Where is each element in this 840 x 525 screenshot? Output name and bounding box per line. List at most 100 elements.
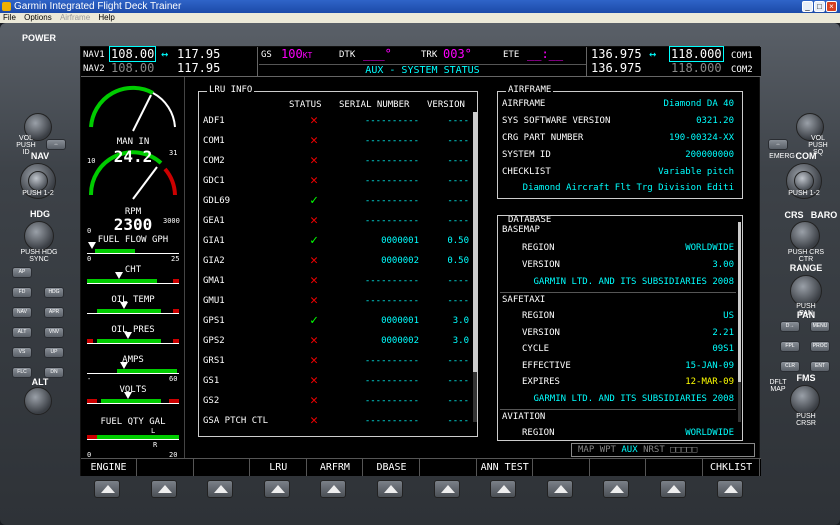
nav1-standby-freq[interactable]: 117.95 — [177, 48, 220, 61]
lru-info-title: LRU INFO — [207, 85, 255, 95]
com1-standby-freq[interactable]: 118.000 — [669, 46, 724, 62]
serial-header: SERIAL NUMBER — [339, 100, 410, 110]
softkey-button-9[interactable] — [546, 480, 573, 498]
softkey-button-11[interactable] — [660, 480, 686, 498]
softkey-button-5[interactable] — [320, 480, 347, 498]
lru-name: GIA1 — [203, 236, 225, 246]
minimize-button[interactable]: _ — [802, 1, 813, 12]
baro-label: BARO — [810, 210, 838, 220]
apr-button[interactable]: APR — [44, 307, 64, 318]
dflt-map-label: DFLT MAP — [769, 379, 787, 393]
com-swap-button[interactable]: ↔ — [768, 139, 788, 150]
lru-name: COM1 — [203, 136, 225, 146]
airframe-row: CHECKLIST Variable pitch — [502, 164, 734, 180]
menu-file[interactable]: File — [0, 13, 19, 23]
airframe-key: CHECKLIST — [502, 167, 551, 177]
menu-button[interactable]: MENU — [810, 321, 830, 332]
fuel-flow-pointer — [87, 242, 96, 249]
lru-row: GMA1 ✕ ---------- ---- — [203, 272, 471, 290]
vs-button[interactable]: VS — [12, 347, 32, 358]
lru-version: ---- — [447, 176, 469, 186]
dtk-label: DTK — [339, 50, 356, 60]
softkey-label-2 — [138, 459, 194, 476]
com2-standby-freq[interactable]: 118.000 — [671, 62, 722, 75]
clr-button[interactable]: CLR — [780, 361, 800, 372]
lru-serial: ---------- — [364, 216, 419, 226]
nav-inner-knob[interactable] — [28, 171, 48, 191]
softkey-label-11 — [647, 459, 703, 476]
lru-serial: ---------- — [364, 416, 419, 426]
hdg-knob[interactable] — [24, 221, 54, 251]
status-header: STATUS — [289, 100, 322, 110]
alt-button[interactable]: ALT — [12, 327, 32, 338]
fail-x-icon: ✕ — [310, 393, 318, 408]
fd-button[interactable]: FD — [12, 287, 32, 298]
softkey-label-3 — [194, 459, 251, 476]
gs-label: GS — [261, 50, 272, 60]
ete-value: __:__ — [527, 47, 564, 61]
trk-value: 003° — [443, 47, 472, 61]
vnv-button[interactable]: VNV — [44, 327, 64, 338]
fpl-button[interactable]: FPL — [780, 341, 800, 352]
up-button[interactable]: UP — [44, 347, 64, 358]
ap-button[interactable]: AP — [12, 267, 32, 278]
softkey-button-7[interactable] — [433, 480, 460, 498]
lru-version: 0.50 — [447, 236, 469, 246]
proc-button[interactable]: PROC — [810, 341, 830, 352]
softkey-button-8[interactable] — [490, 480, 517, 498]
fail-x-icon: ✕ — [310, 413, 318, 428]
ent-button[interactable]: ENT — [810, 361, 830, 372]
gs-value: 100KT — [281, 48, 312, 62]
ete-label: ETE — [503, 50, 520, 60]
fuel-flow-bar — [87, 242, 179, 254]
softkey-button-3[interactable] — [207, 480, 234, 498]
oil-temp-bar — [87, 302, 179, 314]
com2-active-freq[interactable]: 136.975 — [591, 62, 642, 75]
safetaxi-expires-key: EXPIRES — [522, 377, 560, 387]
lru-serial: ---------- — [364, 176, 419, 186]
crs-baro-knob[interactable] — [790, 221, 820, 251]
airframe-key: SYSTEM ID — [502, 150, 551, 160]
softkey-button-12[interactable] — [716, 480, 743, 498]
aviation-region-row: REGION WORLDWIDE — [522, 425, 734, 440]
man-scale-max: 31 — [169, 149, 178, 157]
close-button[interactable]: × — [826, 1, 837, 12]
softkey-button-10[interactable] — [603, 480, 630, 498]
airframe-value: 190-00324-XX — [668, 133, 734, 143]
nav1-active-freq[interactable]: 108.00 — [109, 46, 157, 62]
menu-options[interactable]: Options — [21, 13, 55, 23]
volts-pointer — [124, 392, 133, 399]
lru-name: GDL69 — [203, 196, 231, 206]
hdg-button[interactable]: HDG — [44, 287, 64, 298]
crs-push-label: PUSH CRS CTR — [787, 249, 825, 263]
com-inner-knob[interactable] — [794, 171, 814, 191]
nav-button[interactable]: NAV — [12, 307, 32, 318]
alt-knob[interactable] — [24, 387, 52, 415]
menu-help[interactable]: Help — [95, 13, 117, 23]
lru-serial: 0000001 — [381, 236, 419, 246]
softkey-button-2[interactable] — [150, 480, 177, 498]
airframe-title: AIRFRAME — [506, 85, 554, 95]
softkey-button-6[interactable] — [377, 480, 403, 498]
lru-scrollbar[interactable] — [473, 112, 477, 422]
nav2-active-freq[interactable]: 108.00 — [111, 62, 154, 75]
man-scale-min: 10 — [87, 157, 96, 165]
db-scroll-thumb[interactable] — [738, 222, 741, 382]
softkey-button-1[interactable] — [94, 480, 120, 498]
rpm-arc-red — [163, 167, 177, 196]
com1-active-freq[interactable]: 136.975 — [591, 48, 642, 61]
direct-to-button[interactable]: D→ — [780, 321, 800, 332]
lru-scroll-thumb[interactable] — [473, 112, 477, 372]
com-label: COM — [795, 151, 817, 161]
nav2-standby-freq[interactable]: 117.95 — [177, 62, 220, 75]
db-scrollbar[interactable] — [738, 222, 741, 422]
com1-label: COM1 — [731, 51, 753, 61]
lru-serial: 0000002 — [381, 256, 419, 266]
softkey-button-4[interactable] — [263, 480, 290, 498]
maximize-button[interactable]: □ — [814, 1, 825, 12]
nav-swap-button[interactable]: ↔ — [46, 139, 66, 150]
lru-version: ---- — [447, 376, 469, 386]
fms-knob[interactable] — [790, 385, 820, 415]
volts-bar — [87, 392, 179, 404]
safetaxi-effective-row: EFFECTIVE 15-JAN-09 — [522, 358, 734, 374]
